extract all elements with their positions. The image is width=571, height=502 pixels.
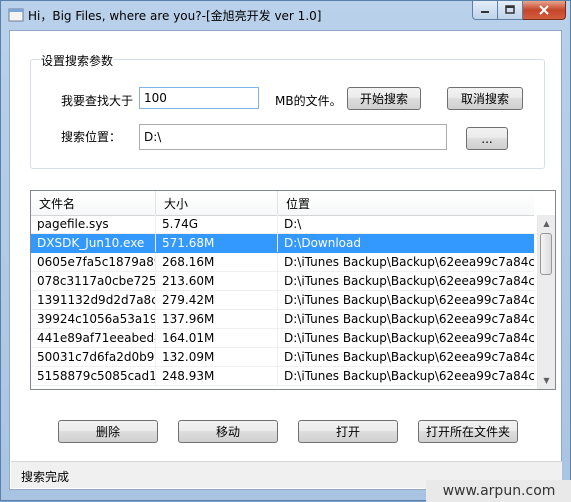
cell-name: 441e89af71eeabed4 — [31, 329, 156, 347]
table-row[interactable]: pagefile.sys 5.74G D:\ — [31, 215, 534, 234]
table-row[interactable]: 078c3117a0cbe7252 213.60M D:\iTunes Backup… — [31, 272, 534, 291]
table-row[interactable]: 441e89af71eeabed4 164.01M D:\iTunes Backup… — [31, 329, 534, 348]
cell-name: 078c3117a0cbe7252 — [31, 272, 156, 290]
location-label: 搜索位置： — [61, 130, 122, 144]
cell-name: 39924c1056a53a19c — [31, 310, 156, 328]
minimize-icon — [481, 11, 489, 13]
min-size-input[interactable]: 100 — [139, 87, 259, 109]
vertical-scrollbar[interactable]: ▲ ▼ — [537, 215, 555, 389]
list-rows: pagefile.sys 5.74G D:\ DXSDK_Jun10.exe 571.6… — [31, 215, 534, 386]
cell-size: 164.01M — [156, 329, 278, 347]
table-row[interactable]: 50031c7d6fa2d0b9e 132.09M D:\iTunes Backup… — [31, 348, 534, 367]
open-button[interactable]: 打开 — [298, 420, 398, 443]
move-button[interactable]: 移动 — [178, 420, 278, 443]
cell-name: 0605e7fa5c1879a89 — [31, 253, 156, 271]
maximize-button[interactable] — [498, 1, 523, 20]
maximize-icon — [505, 5, 515, 14]
column-header-size[interactable]: 大小 — [156, 191, 278, 215]
cell-size: 5.74G — [156, 215, 278, 233]
cell-name: DXSDK_Jun10.exe — [31, 234, 156, 252]
cell-size: 248.93M — [156, 367, 278, 385]
watermark: www.arpun.com — [426, 480, 571, 502]
group-title: 设置搜索参数 — [40, 52, 115, 69]
cell-location: D:\Download — [284, 236, 361, 250]
scroll-thumb[interactable] — [540, 233, 552, 275]
close-icon — [539, 5, 549, 15]
size-label: 我要查找大于 — [61, 94, 134, 108]
cell-location: D:\iTunes Backup\Backup\62eea99c7a84c — [284, 255, 534, 269]
close-button[interactable] — [523, 1, 566, 20]
cell-location: D:\iTunes Backup\Backup\62eea99c7a84c — [284, 293, 534, 307]
table-row[interactable]: 39924c1056a53a19c 137.96M D:\iTunes Backup… — [31, 310, 534, 329]
cell-size: 137.96M — [156, 310, 278, 328]
table-row[interactable]: 0605e7fa5c1879a89 268.16M D:\iTunes Backup… — [31, 253, 534, 272]
window-title: Hi，Big Files, where are you?-[金旭亮开发 ver … — [28, 9, 322, 23]
cell-size: 213.60M — [156, 272, 278, 290]
search-location-input[interactable]: D:\ — [139, 124, 447, 150]
file-list[interactable]: 文件名 大小 位置 pagefile.sys 5.74G D:\ DXSDK_Jun1… — [30, 190, 556, 390]
cell-size: 571.68M — [156, 234, 278, 252]
cell-size: 132.09M — [156, 348, 278, 366]
cell-name: 5158879c5085cad1a — [31, 367, 156, 385]
table-row[interactable]: 5158879c5085cad1a 248.93M D:\iTunes Backup… — [31, 367, 534, 386]
cell-name: 50031c7d6fa2d0b9e — [31, 348, 156, 366]
app-window: Hi，Big Files, where are you?-[金旭亮开发 ver … — [0, 0, 571, 502]
delete-button[interactable]: 删除 — [58, 420, 158, 443]
cell-name: 1391132d9d2d7a8c — [31, 291, 156, 309]
scroll-up-arrow-icon[interactable]: ▲ — [538, 215, 555, 232]
scroll-down-arrow-icon[interactable]: ▼ — [538, 372, 555, 389]
cancel-search-button[interactable]: 取消搜索 — [447, 87, 523, 110]
column-header-name[interactable]: 文件名 — [31, 191, 156, 215]
cell-location: D:\ — [284, 217, 302, 231]
cell-location: D:\iTunes Backup\Backup\62eea99c7a84c — [284, 331, 534, 345]
cell-location: D:\iTunes Backup\Backup\62eea99c7a84c — [284, 274, 534, 288]
table-row[interactable]: 1391132d9d2d7a8c 279.42M D:\iTunes Backup\… — [31, 291, 534, 310]
start-search-button[interactable]: 开始搜索 — [347, 87, 421, 110]
column-header-location[interactable]: 位置 — [278, 191, 534, 215]
cell-size: 279.42M — [156, 291, 278, 309]
cell-location: D:\iTunes Backup\Backup\62eea99c7a84c — [284, 369, 534, 383]
title-bar[interactable]: Hi，Big Files, where are you?-[金旭亮开发 ver … — [1, 1, 570, 29]
list-header: 文件名 大小 位置 — [31, 191, 534, 216]
search-settings-group: 设置搜索参数 我要查找大于 100 MB的文件。 开始搜索 取消搜索 搜索位置：… — [30, 52, 545, 169]
cell-size: 268.16M — [156, 253, 278, 271]
cell-location: D:\iTunes Backup\Backup\62eea99c7a84c — [284, 350, 534, 364]
open-folder-button[interactable]: 打开所在文件夹 — [418, 420, 518, 443]
main-panel: 设置搜索参数 我要查找大于 100 MB的文件。 开始搜索 取消搜索 搜索位置：… — [9, 30, 562, 490]
minimize-button[interactable] — [472, 1, 498, 20]
status-text: 搜索完成 — [21, 470, 70, 484]
table-row[interactable]: DXSDK_Jun10.exe 571.68M D:\Download — [31, 234, 534, 253]
app-icon — [8, 8, 24, 22]
cell-name: pagefile.sys — [31, 215, 156, 233]
size-unit-label: MB的文件。 — [275, 94, 342, 108]
caption-buttons — [472, 1, 566, 20]
cell-location: D:\iTunes Backup\Backup\62eea99c7a84c — [284, 312, 534, 326]
browse-button[interactable]: ... — [466, 127, 508, 150]
